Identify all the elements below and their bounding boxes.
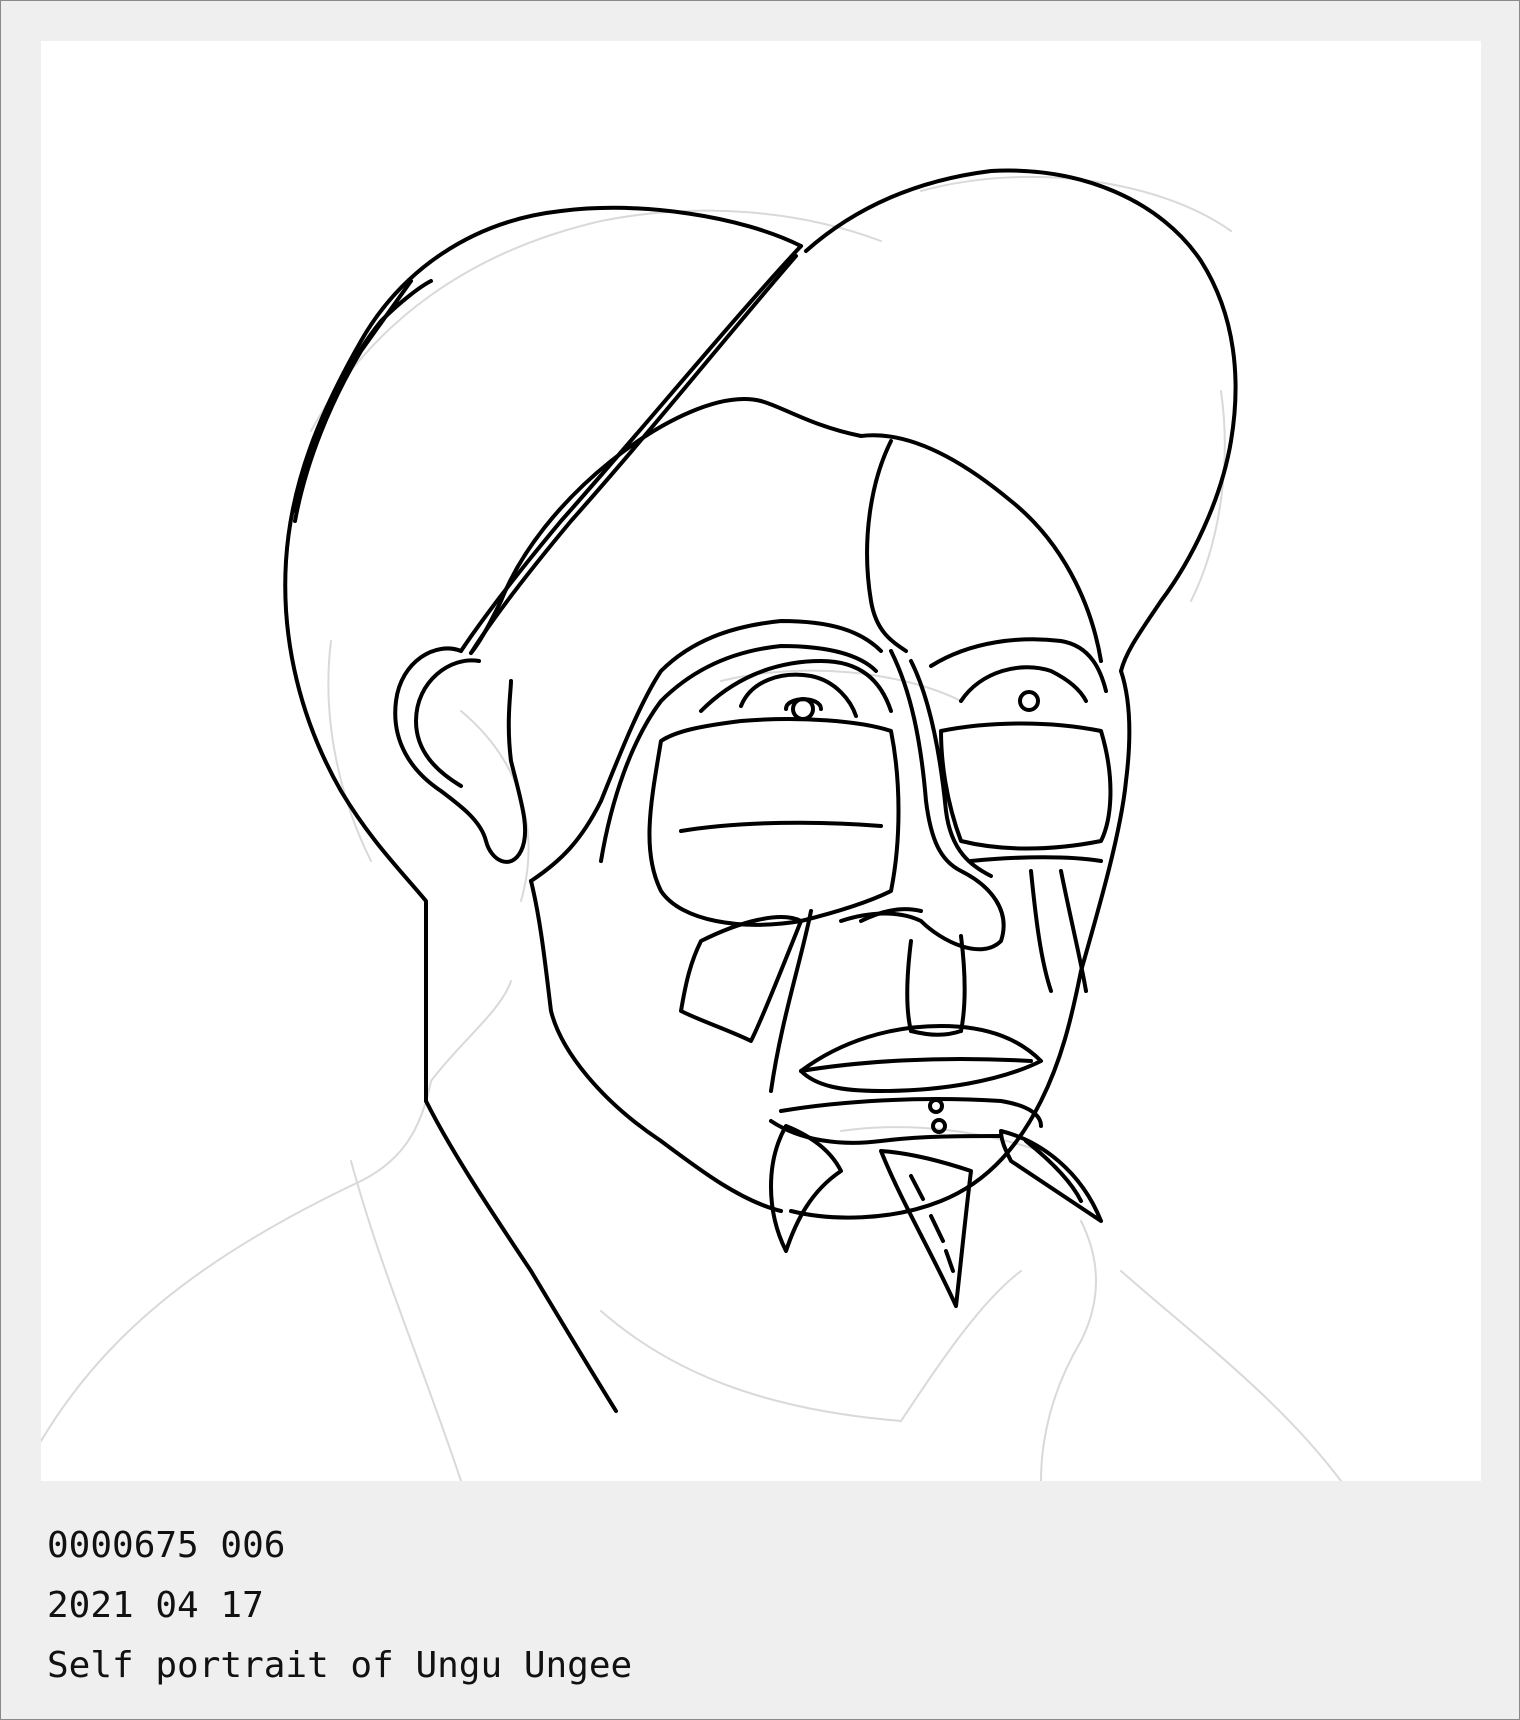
jaw-line xyxy=(529,879,783,1213)
portrait-outline xyxy=(283,168,1238,1413)
catalog-number: 0000675 006 xyxy=(47,1525,286,1566)
left-fang xyxy=(769,1124,843,1253)
portrait-card: 0000675 006 2021 04 17 Self portrait of … xyxy=(0,0,1520,1720)
portrait-artwork xyxy=(41,41,1481,1481)
cap-visor-edge xyxy=(459,244,803,653)
middle-fang xyxy=(879,1149,973,1308)
artwork-date: 2021 04 17 xyxy=(47,1585,264,1626)
ear xyxy=(393,646,528,864)
artwork-title: Self portrait of Ungu Ungee xyxy=(47,1645,633,1686)
line-drawing xyxy=(41,168,1342,1481)
nose xyxy=(839,649,1006,952)
right-eye xyxy=(929,637,1108,693)
caption-block: 0000675 006 2021 04 17 Self portrait of … xyxy=(47,1516,1467,1696)
neck-line xyxy=(424,1099,618,1413)
